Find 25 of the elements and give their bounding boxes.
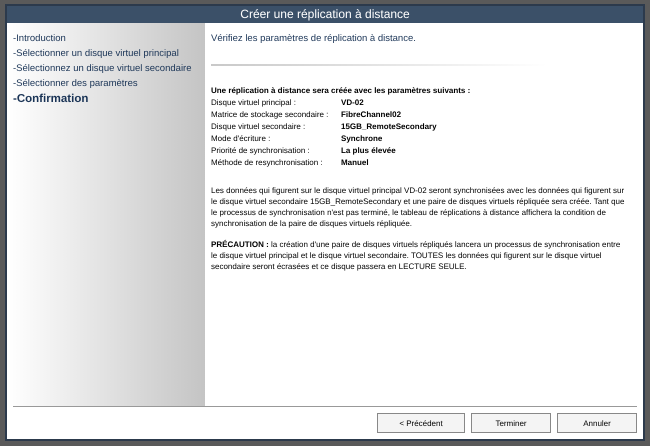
info-paragraph: Les données qui figurent sur le disque virtuel principal VD-02 seront synchronisées avec les données qui figurent sur le disque virtuel secondaire 15GB_RemoteSecondary et une paire de disques virtuels répliquée sera créée. Tant que le processus de synchronisation n'est pas terminé, le tableau de réplications à distance affichera la condition de synchronisation de la paire de disques virtuels répliquée. — [211, 185, 625, 229]
summary-heading: Une réplication à distance sera créée avec les paramètres suivants : — [211, 86, 472, 95]
parameter-label: Disque virtuel principal : — [211, 98, 297, 107]
parameter-value: FibreChannel02 — [341, 110, 402, 119]
parameter-value: Synchrone — [341, 134, 384, 143]
instruction-text: Vérifiez les paramètres de réplication à distance. — [211, 33, 417, 44]
wizard-step: -Confirmation — [13, 91, 88, 108]
dialog-button[interactable]: < Précédent — [377, 413, 465, 433]
parameter-label: Priorité de synchronisation : — [211, 146, 311, 155]
parameter-label: Méthode de resynchronisation : — [211, 158, 324, 167]
info-paragraph: PRÉCAUTION : la création d'une paire de disques virtuels répliqués lancera un processus de synchronisation entre le disque virtuel principal et le disque virtuel secondaire. TOUTES les données qui figurent sur le disque virtuel secondaire seront écrasées et ce disque passera en LECTURE SEULE. — [211, 239, 622, 272]
dialog-button[interactable]: Terminer — [471, 413, 551, 433]
parameter-value: 15GB_RemoteSecondary — [341, 122, 438, 131]
dialog-button[interactable]: Annuler — [557, 413, 637, 433]
wizard-step: -Introduction — [13, 31, 66, 46]
wizard-step: -Sélectionner un disque virtuel principal — [13, 46, 179, 61]
wizard-step: -Sélectionnez un disque virtuel secondaire — [13, 61, 192, 76]
parameter-label: Mode d'écriture : — [211, 134, 272, 143]
parameter-value: Manuel — [341, 158, 370, 167]
parameter-label: Matrice de stockage secondaire : — [211, 110, 330, 119]
parameter-value: La plus élevée — [341, 146, 397, 155]
parameter-value: VD-02 — [341, 98, 365, 107]
wizard-step: -Sélectionner des paramètres — [13, 76, 138, 91]
parameter-label: Disque virtuel secondaire : — [211, 122, 306, 131]
window-title: Créer une réplication à distance — [7, 6, 643, 23]
